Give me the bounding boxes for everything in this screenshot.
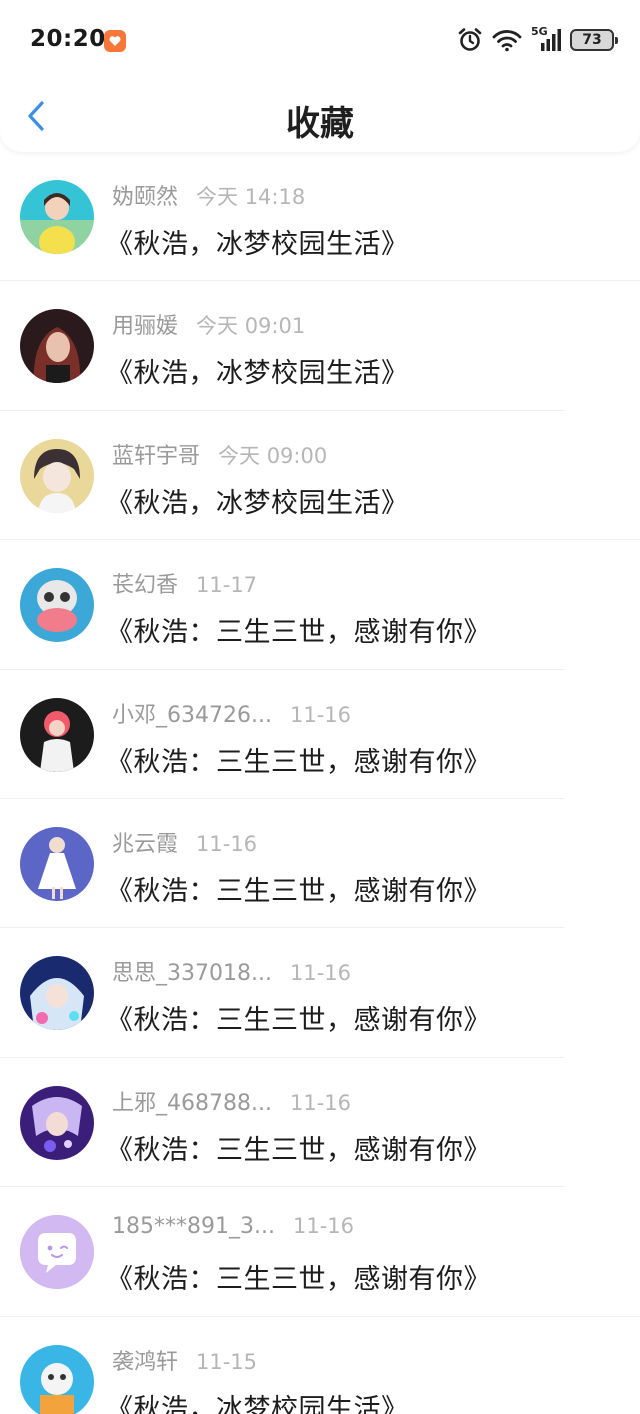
- list-item[interactable]: 蓝轩宇哥 今天 09:00 《秋浩，冰梦校园生活》: [0, 411, 640, 541]
- timestamp: 11-15: [196, 1349, 258, 1374]
- avatar: [20, 438, 94, 513]
- avatar: [20, 1344, 94, 1414]
- user-name: 袭鸿轩: [112, 1349, 179, 1375]
- status-time: 20:20: [30, 26, 106, 52]
- timestamp: 11-16: [289, 702, 351, 727]
- timestamp: 11-16: [196, 831, 258, 856]
- item-title: 《秋浩：三生三世，感谢有你》: [106, 1264, 491, 1296]
- avatar: [20, 1085, 94, 1160]
- battery-level: 73: [582, 32, 602, 48]
- timestamp: 今天 14:18: [196, 185, 306, 209]
- item-title: 《秋浩，冰梦校园生活》: [106, 1393, 409, 1414]
- user-name: 思思_337018...: [112, 961, 272, 987]
- list-item[interactable]: 兆云霞 11-16 《秋浩：三生三世，感谢有你》: [0, 799, 640, 929]
- page-title: 收藏: [286, 104, 354, 144]
- list-item[interactable]: 用骊媛 今天 09:01 《秋浩，冰梦校园生活》: [0, 281, 640, 411]
- avatar: [20, 826, 94, 901]
- avatar: [20, 180, 94, 254]
- timestamp: 11-16: [292, 1214, 354, 1239]
- avatar: [20, 309, 94, 384]
- user-name: 185***891_3...: [112, 1214, 275, 1240]
- status-icons: 5G 73: [457, 25, 618, 54]
- timestamp: 11-16: [289, 961, 351, 986]
- timestamp: 11-17: [196, 573, 258, 598]
- status-bar: 20:20 5G 73: [0, 0, 640, 80]
- nav-bar: 收藏: [0, 80, 640, 152]
- user-name: 兆云霞: [112, 831, 179, 857]
- item-title: 《秋浩：三生三世，感谢有你》: [106, 1005, 491, 1037]
- item-title: 《秋浩，冰梦校园生活》: [106, 487, 409, 519]
- avatar: [20, 1215, 94, 1290]
- battery-indicator: 73: [570, 29, 618, 51]
- list-item[interactable]: 185***891_3... 11-16 《秋浩：三生三世，感谢有你》: [0, 1187, 640, 1317]
- list-item[interactable]: 袭鸿轩 11-15 《秋浩，冰梦校园生活》: [0, 1317, 640, 1414]
- user-name: 蓝轩宇哥: [112, 443, 201, 469]
- app-notification-icon: [104, 30, 126, 52]
- avatar: [20, 697, 94, 772]
- avatar: [20, 568, 94, 643]
- list-item[interactable]: 妫颐然 今天 14:18 《秋浩，冰梦校园生活》: [0, 152, 640, 282]
- user-name: 妫颐然: [112, 185, 179, 210]
- top-area: 20:20 5G 73 收藏: [0, 0, 640, 152]
- list-item[interactable]: 思思_337018... 11-16 《秋浩：三生三世，感谢有你》: [0, 928, 640, 1058]
- wifi-icon: [492, 28, 522, 52]
- favorites-list: 妫颐然 今天 14:18 《秋浩，冰梦校园生活》 用骊媛 今天 09:01 《秋…: [0, 152, 640, 1414]
- timestamp: 今天 09:01: [196, 314, 306, 339]
- timestamp: 11-16: [289, 1090, 351, 1115]
- item-title: 《秋浩：三生三世，感谢有你》: [106, 1134, 491, 1166]
- timestamp: 今天 09:00: [218, 443, 328, 468]
- item-title: 《秋浩，冰梦校园生活》: [106, 229, 409, 260]
- user-name: 上邪_468788...: [112, 1090, 272, 1116]
- list-item[interactable]: 上邪_468788... 11-16 《秋浩：三生三世，感谢有你》: [0, 1058, 640, 1188]
- user-name: 苌幻香: [112, 573, 179, 599]
- alarm-icon: [457, 27, 483, 53]
- list-item[interactable]: 小邓_634726... 11-16 《秋浩：三生三世，感谢有你》: [0, 670, 640, 799]
- user-name: 用骊媛: [112, 314, 179, 340]
- signal-5g-icon: 5G: [531, 25, 561, 53]
- avatar: [20, 956, 94, 1031]
- item-title: 《秋浩，冰梦校园生活》: [106, 358, 409, 390]
- item-title: 《秋浩：三生三世，感谢有你》: [106, 875, 491, 907]
- list-item[interactable]: 苌幻香 11-17 《秋浩：三生三世，感谢有你》: [0, 540, 640, 670]
- item-title: 《秋浩：三生三世，感谢有你》: [106, 746, 491, 778]
- item-title: 《秋浩：三生三世，感谢有你》: [106, 617, 491, 649]
- user-name: 小邓_634726...: [112, 702, 272, 728]
